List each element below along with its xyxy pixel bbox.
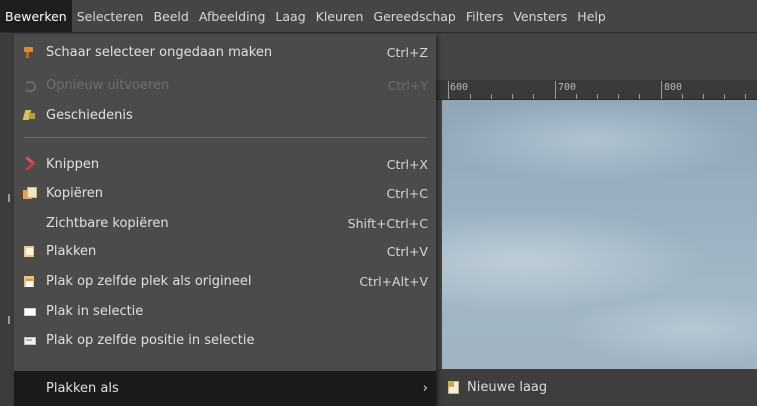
menu-laag[interactable]: Laag — [270, 0, 310, 32]
blank-icon — [22, 216, 36, 230]
menu-item-undo[interactable]: Schaar selecteer ongedaan maken Ctrl+Z — [14, 38, 436, 66]
menu-item-redo[interactable]: Opnieuw uitvoeren Ctrl+Y — [14, 71, 436, 99]
ruler-tick — [745, 94, 746, 99]
menu-item-history[interactable]: Geschiedenis — [14, 101, 436, 129]
menu-afbeelding[interactable]: Afbeelding — [194, 0, 271, 32]
ruler-tick — [491, 94, 492, 99]
menu-item-paste-in-place-selection[interactable]: Plak op zelfde positie in selectie — [14, 326, 436, 354]
menu-item-label: Plak op zelfde plek als origineel — [46, 273, 252, 289]
menu-bar: Bewerken Selecteren Beeld Afbeelding Laa… — [0, 0, 757, 33]
paste-in-place-icon — [22, 274, 36, 288]
menu-item-paste-as[interactable]: Plakken als › — [14, 371, 436, 406]
paste-into-selection-icon — [22, 304, 36, 318]
chevron-right-icon: › — [422, 381, 428, 396]
menu-item-label: Opnieuw uitvoeren — [46, 77, 170, 93]
menu-item-label: Plak in selectie — [46, 303, 144, 319]
menu-item-label: Schaar selecteer ongedaan maken — [46, 44, 273, 60]
menu-item-shortcut: Ctrl+X — [386, 156, 428, 172]
ruler-tick — [512, 94, 513, 99]
menu-item-shortcut: Ctrl+Y — [387, 77, 428, 93]
menu-item-shortcut: Ctrl+Alt+V — [359, 273, 428, 289]
menu-gereedschap[interactable]: Gereedschap — [368, 0, 460, 32]
canvas-area: 600 700 800 — [436, 34, 757, 369]
bewerken-menu: Schaar selecteer ongedaan maken Ctrl+Z O… — [14, 34, 436, 406]
ruler-tick — [555, 81, 556, 99]
paste-icon — [22, 244, 36, 258]
ruler-tick — [682, 94, 683, 99]
menu-item-label: Plakken — [46, 243, 97, 259]
menu-item-label: Knippen — [46, 156, 100, 172]
menu-separator — [24, 137, 426, 138]
ruler-tick — [703, 94, 704, 99]
menu-item-label: Geschiedenis — [46, 107, 133, 123]
ruler-label-800: 800 — [664, 82, 683, 93]
menu-selecteren[interactable]: Selecteren — [72, 0, 149, 32]
paste-in-place-selection-icon — [22, 333, 36, 347]
menu-item-shortcut: Ctrl+V — [386, 243, 428, 259]
menu-item-shortcut: Ctrl+C — [386, 185, 428, 201]
new-layer-icon — [448, 381, 459, 394]
menu-filters[interactable]: Filters — [461, 0, 508, 32]
edge-marker — [8, 316, 10, 324]
menu-item-paste-into-selection[interactable]: Plak in selectie — [14, 297, 436, 325]
menu-item-copy-visible[interactable]: Zichtbare kopiëren Shift+Ctrl+C — [14, 209, 436, 237]
ruler-tick — [661, 81, 662, 99]
cut-icon — [22, 157, 36, 171]
menu-bewerken[interactable]: Bewerken — [0, 0, 72, 32]
ruler-tick — [470, 94, 471, 99]
ruler-tick — [448, 81, 449, 99]
menu-item-shortcut: Shift+Ctrl+C — [347, 215, 428, 231]
menu-item-label: Kopiëren — [46, 185, 103, 201]
submenu-plakken-als: Nieuwe laag — [436, 369, 757, 406]
menu-item-paste-in-place[interactable]: Plak op zelfde plek als origineel Ctrl+A… — [14, 267, 436, 295]
menu-vensters[interactable]: Vensters — [508, 0, 572, 32]
menu-item-label: Plak op zelfde positie in selectie — [46, 332, 255, 348]
ruler-tick — [618, 94, 619, 99]
edge-marker — [8, 194, 10, 202]
toolbox-edge — [0, 34, 14, 406]
menu-item-copy[interactable]: Kopiëren Ctrl+C — [14, 179, 436, 207]
redo-icon — [22, 78, 36, 92]
ruler-tick — [724, 94, 725, 99]
copy-icon — [22, 186, 37, 200]
menu-help[interactable]: Help — [572, 0, 611, 32]
ruler-label-600: 600 — [450, 82, 469, 93]
history-icon — [22, 108, 36, 122]
menu-item-cut[interactable]: Knippen Ctrl+X — [14, 150, 436, 178]
image-canvas[interactable] — [442, 100, 757, 369]
menu-item-shortcut: Ctrl+Z — [386, 44, 428, 60]
menu-kleuren[interactable]: Kleuren — [311, 0, 369, 32]
menu-item-paste[interactable]: Plakken Ctrl+V — [14, 237, 436, 265]
horizontal-ruler[interactable]: 600 700 800 — [436, 80, 757, 100]
ruler-tick — [576, 94, 577, 99]
ruler-label-700: 700 — [558, 82, 577, 93]
blank-icon — [22, 382, 36, 396]
ruler-tick — [597, 94, 598, 99]
submenu-item-nieuwe-laag[interactable]: Nieuwe laag — [467, 380, 547, 395]
scissors-icon — [22, 45, 36, 59]
menu-beeld[interactable]: Beeld — [148, 0, 193, 32]
ruler-tick — [533, 94, 534, 99]
ruler-tick — [639, 94, 640, 99]
menu-item-label: Zichtbare kopiëren — [46, 215, 169, 231]
menu-item-label: Plakken als — [46, 381, 119, 396]
